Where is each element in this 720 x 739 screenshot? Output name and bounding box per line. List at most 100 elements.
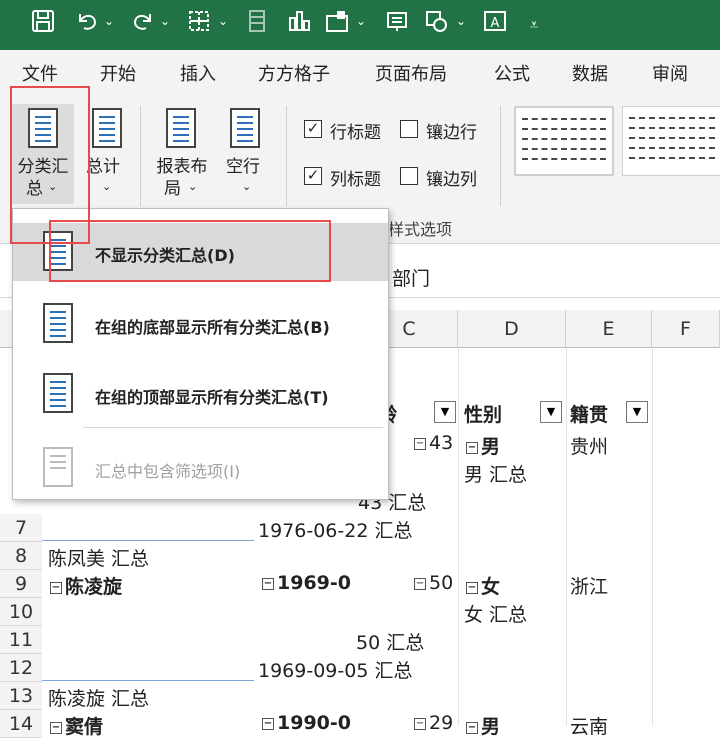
- ribbon-separator: [140, 106, 141, 206]
- svg-text:A: A: [491, 16, 500, 31]
- undo-icon[interactable]: [72, 8, 102, 42]
- filter-funnel-icon: [43, 447, 73, 487]
- pivot-style-thumbnail-medium[interactable]: [622, 106, 720, 176]
- filter-dropdown-icon[interactable]: ▼: [626, 401, 648, 423]
- filter-dropdown-icon[interactable]: ▼: [434, 401, 456, 423]
- banded-rows-checkbox[interactable]: [400, 120, 418, 138]
- menu-item-subtotals-top[interactable]: 在组的顶部显示所有分类汇总(T): [13, 365, 388, 423]
- shapes-icon[interactable]: [422, 8, 452, 42]
- cell-gender: − 男: [466, 436, 501, 458]
- filter-dropdown-icon[interactable]: ▼: [540, 401, 562, 423]
- row-header-8[interactable]: 8: [0, 542, 42, 570]
- grand-totals-button[interactable]: 总计 ⌄: [84, 104, 130, 204]
- report-layout-label-1: 报表布: [156, 157, 208, 177]
- tab-page-layout[interactable]: 页面布局: [375, 60, 447, 86]
- insert-icon[interactable]: [322, 8, 352, 42]
- menu-item-include-filtered[interactable]: 汇总中包含筛选项(I): [13, 439, 388, 497]
- cell-gender: − 女: [466, 576, 501, 598]
- pivot-style-thumbnail-light[interactable]: [514, 106, 614, 176]
- tab-home[interactable]: 开始: [100, 60, 136, 86]
- collapse-icon[interactable]: −: [414, 577, 426, 590]
- cell-date-total: 1976-06-22 汇总: [258, 520, 413, 542]
- row-header-7[interactable]: 7: [0, 514, 42, 542]
- cell-name-total: 陈凌旋 汇总: [48, 688, 150, 710]
- group-divider: [42, 680, 254, 681]
- grid-line: [652, 348, 653, 726]
- chevron-down-icon: ⌄: [242, 180, 252, 193]
- save-icon[interactable]: [28, 8, 58, 42]
- row-header-11[interactable]: 11: [0, 626, 42, 654]
- collapse-icon[interactable]: −: [262, 717, 274, 730]
- col-headers-label: 列标题: [330, 170, 381, 190]
- blank-rows-button[interactable]: 空行 ⌄: [222, 104, 268, 204]
- tab-fangfang-grid[interactable]: 方方格子: [258, 60, 330, 86]
- collapse-icon[interactable]: −: [50, 581, 62, 594]
- banded-rows-label: 镶边行: [426, 123, 477, 143]
- redo-icon[interactable]: [128, 8, 158, 42]
- format-painter-icon[interactable]: [242, 8, 272, 42]
- redo-dropdown-icon[interactable]: ⌄: [160, 14, 170, 28]
- report-layout-button[interactable]: 报表布 局 ⌄: [150, 104, 214, 204]
- subtotals-bottom-icon: [43, 303, 73, 343]
- row-header-13[interactable]: 13: [0, 682, 42, 710]
- chart-icon[interactable]: [284, 8, 314, 42]
- row-header-9[interactable]: 9: [0, 570, 42, 598]
- row-headers-label: 行标题: [330, 123, 381, 143]
- collapse-icon[interactable]: −: [262, 577, 274, 590]
- chevron-down-icon: ⌄: [188, 180, 198, 193]
- collapse-icon[interactable]: −: [466, 721, 478, 734]
- cell-date: −1990-0: [262, 712, 351, 734]
- collapse-icon[interactable]: −: [414, 437, 426, 450]
- collapse-icon[interactable]: −: [50, 721, 62, 734]
- menu-item-subtotals-bottom[interactable]: 在组的底部显示所有分类汇总(B): [13, 295, 388, 353]
- subtotals-top-icon: [43, 373, 73, 413]
- blank-rows-label: 空行: [226, 157, 260, 177]
- table-style-options-group-label: 表样式选项: [372, 220, 453, 239]
- row-headers-checkbox[interactable]: ✓: [304, 120, 322, 138]
- banded-cols-checkbox[interactable]: [400, 167, 418, 185]
- cell-age: −29: [414, 712, 454, 734]
- tab-file[interactable]: 文件: [22, 60, 58, 86]
- blank-rows-icon: [230, 108, 260, 148]
- row-header-10[interactable]: 10: [0, 598, 42, 626]
- customize-toolbar-icon[interactable]: ⩡: [524, 8, 544, 42]
- quick-access-toolbar: ⌄ ⌄ ⌄ ⌄ ⌄ A ⩡: [0, 0, 720, 50]
- ribbon-tabs: 文件 开始 插入 方方格子 页面布局 公式 数据 审阅: [0, 50, 720, 94]
- tab-insert[interactable]: 插入: [180, 60, 216, 86]
- row-header-14[interactable]: 14: [0, 710, 42, 738]
- cell-age-total: 50 汇总: [356, 632, 425, 654]
- screenshot-icon[interactable]: [382, 8, 412, 42]
- collapse-icon[interactable]: −: [466, 441, 478, 454]
- collapse-icon[interactable]: −: [466, 581, 478, 594]
- report-layout-label-2: 局: [164, 179, 181, 199]
- menu-item-label: 汇总中包含筛选项(I): [95, 462, 241, 481]
- borders-dropdown-icon[interactable]: ⌄: [218, 14, 228, 28]
- tab-review[interactable]: 审阅: [652, 60, 688, 86]
- tab-formulas[interactable]: 公式: [494, 60, 530, 86]
- cell-age: −43: [414, 432, 454, 454]
- collapse-icon[interactable]: −: [414, 717, 426, 730]
- undo-dropdown-icon[interactable]: ⌄: [104, 14, 114, 28]
- menu-item-label: 在组的顶部显示所有分类汇总(T): [95, 388, 329, 407]
- textbox-icon[interactable]: A: [480, 8, 510, 42]
- column-header-d[interactable]: D: [458, 310, 566, 348]
- borders-icon[interactable]: [184, 8, 214, 42]
- tab-data[interactable]: 数据: [572, 60, 608, 86]
- row-header-12[interactable]: 12: [0, 654, 42, 682]
- shapes-dropdown-icon[interactable]: ⌄: [456, 14, 466, 28]
- cell-age: −50: [414, 572, 454, 594]
- insert-dropdown-icon[interactable]: ⌄: [356, 14, 366, 28]
- grand-totals-label: 总计: [86, 157, 120, 177]
- grand-totals-icon: [92, 108, 122, 148]
- ribbon-separator: [286, 106, 287, 206]
- cell-date-total: 1969-09-05 汇总: [258, 660, 413, 682]
- column-header-e[interactable]: E: [566, 310, 652, 348]
- cell-origin: 贵州: [570, 436, 609, 458]
- cell-name-total: 陈凤美 汇总: [48, 548, 150, 570]
- banded-cols-label: 镶边列: [426, 170, 477, 190]
- grid-line: [458, 348, 459, 726]
- column-header-f[interactable]: F: [652, 310, 720, 348]
- col-headers-checkbox[interactable]: ✓: [304, 167, 322, 185]
- ribbon-separator: [500, 106, 501, 206]
- formula-input[interactable]: 部门: [392, 264, 430, 291]
